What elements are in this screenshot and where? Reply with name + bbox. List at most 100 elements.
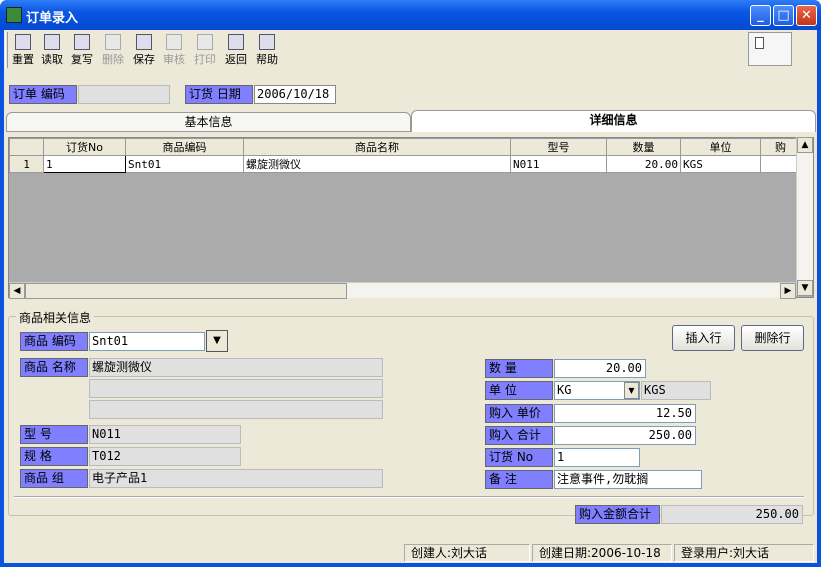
order-no-field[interactable]	[78, 85, 170, 104]
back-button[interactable]: 返回	[221, 33, 251, 67]
tab-basic-info[interactable]: 基本信息	[6, 112, 411, 132]
unit-label: 单 位	[485, 381, 553, 400]
price-label: 购入 单价	[485, 404, 553, 423]
quantity-label: 数 量	[485, 359, 553, 378]
copy-icon	[74, 34, 90, 50]
order-no-label: 订单 编码	[9, 85, 77, 104]
product-name-field-3[interactable]	[89, 400, 383, 419]
copy-label: 复写	[71, 53, 93, 66]
scroll-right-icon[interactable]: ▶	[780, 283, 796, 299]
unit-dropdown-icon[interactable]: ▼	[624, 382, 639, 399]
line-order-no-field[interactable]: 1	[554, 448, 640, 467]
unit-desc-field[interactable]: KGS	[641, 381, 711, 400]
subtotal-field[interactable]: 250.00	[554, 426, 696, 445]
col-purchase[interactable]: 购	[760, 138, 801, 156]
help-icon	[259, 34, 275, 50]
product-info-title: 商品相关信息	[16, 309, 95, 326]
cell-model[interactable]: N011	[510, 155, 607, 173]
separator	[14, 496, 804, 498]
toolbar: 重置 读取 复写 删除 保存 审核 打印 返回 帮助	[4, 30, 817, 70]
insert-row-button[interactable]: 插入行	[672, 325, 735, 351]
col-order-no[interactable]: 订货No	[43, 138, 126, 156]
product-group-label: 商品 组	[20, 469, 88, 488]
col-unit[interactable]: 单位	[680, 138, 761, 156]
table-row[interactable]: 1 1 Snt01 螺旋测微仪 N011 20.00 KGS	[9, 155, 801, 173]
cell-order-no[interactable]: 1	[43, 155, 126, 173]
col-quantity[interactable]: 数量	[606, 138, 681, 156]
approve-icon	[166, 34, 182, 50]
read-icon	[44, 34, 60, 50]
product-name-field[interactable]: 螺旋测微仪	[89, 358, 383, 377]
cell-purchase[interactable]	[760, 155, 801, 173]
help-button[interactable]: 帮助	[252, 33, 282, 67]
close-button[interactable]: ✕	[796, 5, 817, 26]
model-field[interactable]: N011	[89, 425, 241, 444]
col-product-name[interactable]: 商品名称	[243, 138, 511, 156]
product-code-label: 商品 编码	[20, 332, 88, 351]
maximize-button[interactable]: □	[773, 5, 794, 26]
reset-button[interactable]: 重置	[8, 33, 38, 67]
remark-label: 备 注	[485, 470, 553, 489]
tab-bar: 基本信息 详细信息	[6, 110, 816, 132]
col-model[interactable]: 型号	[510, 138, 607, 156]
spec-field[interactable]: T012	[89, 447, 241, 466]
client-area: 重置 读取 复写 删除 保存 审核 打印 返回 帮助 订单 编码 订货 日期 2…	[4, 30, 817, 563]
cell-product-code[interactable]: Snt01	[125, 155, 244, 173]
line-order-no-label: 订货 No	[485, 448, 553, 467]
vertical-scrollbar[interactable]: ▲ ▼	[796, 137, 813, 296]
cell-unit[interactable]: KGS	[680, 155, 761, 173]
horizontal-scrollbar[interactable]: ◀ ▶	[9, 282, 796, 299]
document-icon	[755, 37, 764, 49]
order-date-label: 订货 日期	[185, 85, 253, 104]
back-icon	[228, 34, 244, 50]
order-detail-grid[interactable]: 订货No 商品编码 商品名称 型号 数量 单位 购 1 1 Snt01 螺旋测微…	[8, 137, 814, 298]
scroll-up-icon[interactable]: ▲	[797, 137, 813, 153]
subtotal-label: 购入 合计	[485, 426, 553, 445]
quantity-field[interactable]: 20.00	[554, 359, 646, 378]
read-label: 读取	[41, 53, 63, 66]
product-group-field[interactable]: 电子产品1	[89, 469, 383, 488]
tab-detail-info[interactable]: 详细信息	[411, 110, 816, 132]
read-button[interactable]: 读取	[37, 33, 67, 67]
remark-field[interactable]: 注意事件,勿耽搁	[554, 470, 702, 489]
cell-product-name[interactable]: 螺旋测微仪	[243, 155, 511, 173]
app-window: 订单录入 _ □ ✕ 重置 读取 复写 删除 保存 审核 打印 返回 帮助 订单…	[0, 0, 821, 567]
spec-label: 规 格	[20, 447, 88, 466]
print-button[interactable]: 打印	[190, 33, 220, 67]
save-label: 保存	[133, 53, 155, 66]
cell-quantity[interactable]: 20.00	[606, 155, 681, 173]
minimize-button[interactable]: _	[750, 5, 771, 26]
col-product-code[interactable]: 商品编码	[125, 138, 244, 156]
table-header-row: 订货No 商品编码 商品名称 型号 数量 单位 购	[9, 138, 801, 156]
app-icon	[6, 7, 22, 23]
save-icon	[136, 34, 152, 50]
status-login-user: 登录用户:刘大话	[674, 544, 814, 562]
title-bar[interactable]: 订单录入 _ □ ✕	[0, 0, 821, 30]
delete-row-button[interactable]: 删除行	[741, 325, 804, 351]
back-label: 返回	[225, 53, 247, 66]
order-date-field[interactable]: 2006/10/18	[254, 85, 336, 104]
product-code-dropdown-icon[interactable]: ▼	[206, 330, 228, 352]
scroll-down-icon[interactable]: ▼	[797, 280, 813, 296]
detail-table: 订货No 商品编码 商品名称 型号 数量 单位 购 1 1 Snt01 螺旋测微…	[9, 138, 801, 173]
status-created-date: 创建日期:2006-10-18	[532, 544, 672, 562]
save-button[interactable]: 保存	[129, 33, 159, 67]
window-title: 订单录入	[26, 11, 79, 26]
delete-icon	[105, 34, 121, 50]
status-creator: 创建人:刘大话	[404, 544, 530, 562]
scroll-thumb[interactable]	[25, 283, 347, 299]
product-name-field-2[interactable]	[89, 379, 383, 398]
document-preview	[748, 32, 792, 66]
copy-button[interactable]: 复写	[67, 33, 97, 67]
help-label: 帮助	[256, 53, 278, 66]
product-name-label: 商品 名称	[20, 358, 88, 377]
approve-button[interactable]: 审核	[159, 33, 189, 67]
scroll-left-icon[interactable]: ◀	[9, 283, 25, 299]
grand-total-field[interactable]: 250.00	[661, 505, 803, 524]
status-bar: 创建人:刘大话 创建日期:2006-10-18 登录用户:刘大话	[4, 543, 817, 563]
delete-button[interactable]: 删除	[98, 33, 128, 67]
row-index: 1	[9, 155, 44, 173]
price-field[interactable]: 12.50	[554, 404, 696, 423]
product-code-input[interactable]: Snt01	[89, 332, 205, 351]
grand-total-label: 购入金额合计	[575, 505, 660, 524]
